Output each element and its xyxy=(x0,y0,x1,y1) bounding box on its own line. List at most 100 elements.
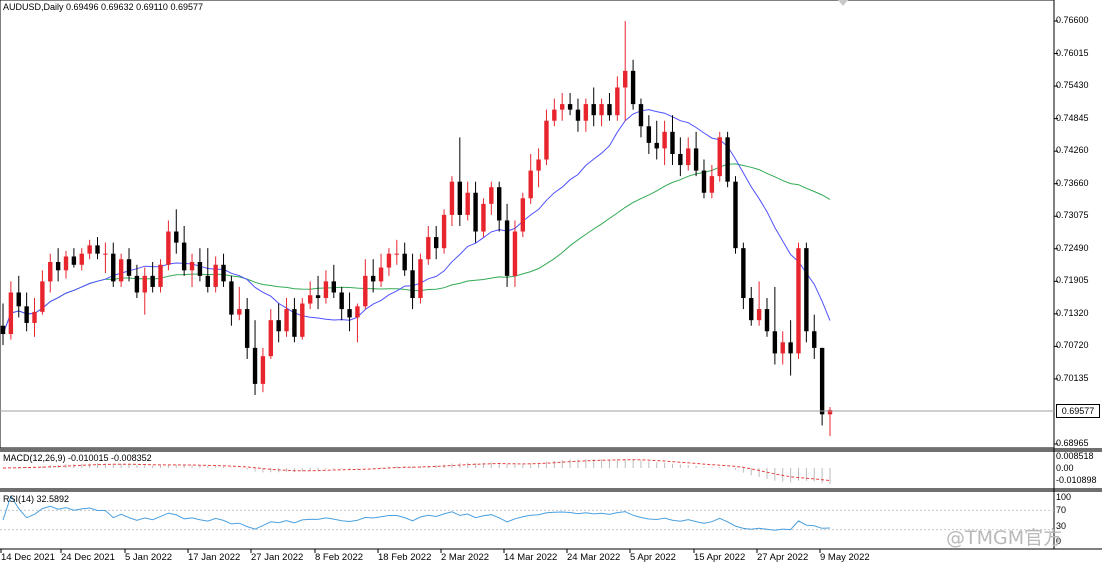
candle-body xyxy=(741,248,746,299)
macd-axis-zero: 0.00 xyxy=(1056,463,1074,473)
candle-body xyxy=(819,347,825,415)
candle-body xyxy=(118,259,124,282)
date-label: 5 Apr 2022 xyxy=(630,552,676,563)
candle-body xyxy=(71,256,77,265)
candle-body xyxy=(111,253,116,282)
candle-body xyxy=(378,267,384,282)
date-label: 8 Feb 2022 xyxy=(315,552,364,563)
candle-body xyxy=(544,120,549,160)
candle-body xyxy=(433,237,439,249)
candle-body xyxy=(32,311,37,323)
candle-body xyxy=(363,275,368,307)
candle-body xyxy=(575,109,581,121)
candle-body xyxy=(709,176,715,193)
candlestick-series xyxy=(0,21,833,436)
candle-body xyxy=(662,131,667,149)
candle-body xyxy=(678,153,683,166)
candle-body xyxy=(441,214,447,249)
candle-body xyxy=(701,170,707,193)
candle-body xyxy=(166,231,171,265)
candle-body xyxy=(788,342,793,354)
candle-body xyxy=(473,192,478,232)
candle-body xyxy=(126,259,132,276)
date-label: 27 Jan 2022 xyxy=(251,552,304,563)
candle-body xyxy=(457,181,463,215)
candle-body xyxy=(244,309,250,348)
chart-window: AUDUSD,Daily 0.69496 0.69632 0.69110 0.6… xyxy=(0,0,1102,569)
price-axis-label: 0.74845 xyxy=(1056,112,1089,123)
price-axis-label: 0.68965 xyxy=(1056,438,1089,448)
candle-body xyxy=(284,309,289,332)
candle-body xyxy=(394,253,400,255)
current-price-badge: 0.69577 xyxy=(1056,404,1100,418)
price-axis-label: 0.76015 xyxy=(1056,47,1089,58)
candle-body xyxy=(772,331,778,354)
candle-body xyxy=(615,87,620,116)
candle-body xyxy=(142,275,147,293)
price-axis-label: 0.73075 xyxy=(1056,210,1089,221)
main-panel-title: AUDUSD,Daily 0.69496 0.69632 0.69110 0.6… xyxy=(3,2,203,12)
chart-canvas[interactable] xyxy=(0,0,1102,569)
date-label: 14 Dec 2021 xyxy=(1,552,55,563)
fast-moving-average xyxy=(2,109,831,335)
candle-body xyxy=(229,281,234,315)
candle-body xyxy=(796,248,801,354)
main-panel-frame xyxy=(0,0,1055,449)
rsi-indicator xyxy=(0,494,1054,531)
candle-body xyxy=(402,253,407,271)
candle-body xyxy=(331,281,336,293)
candle-body xyxy=(630,70,636,105)
candle-body xyxy=(300,303,305,337)
candle-body xyxy=(528,170,533,199)
candle-body xyxy=(307,295,313,304)
candle-body xyxy=(189,262,195,271)
candle-body xyxy=(174,231,179,243)
candle-body xyxy=(205,275,210,287)
candle-body xyxy=(197,262,203,276)
price-axis-label: 0.70720 xyxy=(1056,340,1089,351)
candle-body xyxy=(646,126,652,143)
candle-body xyxy=(504,220,510,276)
candle-body xyxy=(512,231,518,276)
candle-body xyxy=(607,104,612,116)
candle-body xyxy=(552,109,557,121)
date-label: 15 Apr 2022 xyxy=(694,552,746,563)
candle-body xyxy=(725,137,730,182)
date-label: 18 Feb 2022 xyxy=(378,552,432,563)
price-axis-label: 0.71320 xyxy=(1056,307,1089,318)
candle-body xyxy=(339,292,344,310)
price-axis-label: 0.72490 xyxy=(1056,242,1089,253)
candle-body xyxy=(780,342,785,354)
candle-body xyxy=(95,245,100,254)
chart-shift-icon[interactable] xyxy=(838,0,848,6)
candle-body xyxy=(386,253,392,268)
candle-body xyxy=(24,306,29,323)
rsi-line xyxy=(2,494,831,531)
candle-body xyxy=(55,262,61,271)
candle-body xyxy=(315,295,321,299)
fast-ma-line xyxy=(2,109,831,335)
candle-body xyxy=(418,259,423,299)
date-label: 24 Mar 2022 xyxy=(567,552,621,563)
date-label: 24 Dec 2021 xyxy=(61,552,115,563)
candle-body xyxy=(48,262,53,282)
candle-body xyxy=(812,331,817,348)
price-axis-label: 0.75430 xyxy=(1056,80,1089,91)
rsi-axis-70: 70 xyxy=(1056,505,1067,515)
candle-body xyxy=(623,70,628,88)
candle-body xyxy=(323,281,329,299)
candle-body xyxy=(567,104,573,110)
candle-body xyxy=(276,320,281,332)
date-label: 17 Jan 2022 xyxy=(188,552,241,563)
candle-body xyxy=(268,320,273,357)
candle-body xyxy=(103,253,108,255)
candle-body xyxy=(16,292,21,307)
date-label: 27 Apr 2022 xyxy=(757,552,809,563)
candle-body xyxy=(497,187,502,221)
candle-body xyxy=(654,142,659,149)
candle-body xyxy=(181,242,187,271)
candle-body xyxy=(79,253,84,265)
candle-body xyxy=(158,264,163,287)
candle-body xyxy=(520,198,526,232)
candle-body xyxy=(764,309,770,332)
